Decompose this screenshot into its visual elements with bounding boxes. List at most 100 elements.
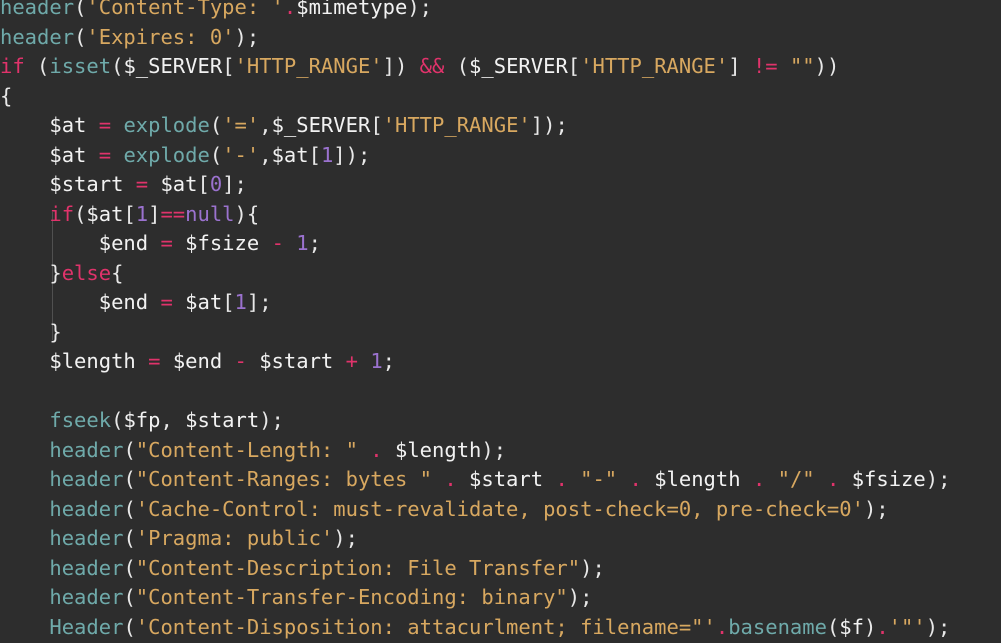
token-punc: [ (370, 113, 383, 137)
code-line[interactable]: header('Expires: 0'); (0, 23, 1001, 53)
token-str: 'HTTP_RANGE' (580, 54, 729, 78)
token-punc: [ (567, 54, 581, 78)
token-punc: ( (123, 467, 136, 491)
token-str: '-' (222, 142, 260, 167)
token-fn: header (49, 526, 124, 550)
token-var: $start (469, 467, 544, 491)
code-line[interactable]: fseek($fp, $start); (0, 406, 1001, 436)
token-punc: ); (925, 614, 951, 639)
token-var: $at (86, 201, 124, 226)
code-line[interactable]: header('Pragma: public'); (0, 524, 1001, 554)
token-str: 'Expires: 0' (86, 24, 235, 49)
token-punc: [ (222, 54, 235, 78)
token-punc: ); (234, 24, 260, 49)
token-str: '"' (888, 614, 926, 639)
code-line[interactable]: $end = $fsize - 1; (0, 229, 1001, 259)
code-line[interactable]: $start = $at[0]; (0, 170, 1001, 200)
code-line[interactable]: header("Content-Transfer-Encoding: binar… (0, 583, 1001, 613)
token-var: $at (49, 142, 87, 167)
token-op: . (715, 614, 729, 639)
code-line[interactable]: header("Content-Ranges: bytes " . $start… (0, 465, 1001, 495)
code-line[interactable]: }else{ (0, 259, 1001, 289)
token-num: 0 (209, 172, 223, 196)
token-fn: isset (49, 54, 112, 78)
code-line[interactable]: $at = explode('-',$at[1]); (0, 141, 1001, 171)
token-kw: else (61, 260, 112, 285)
token-fn: header (49, 496, 124, 521)
token-punc: , (259, 142, 272, 167)
token-op: . (827, 467, 840, 491)
token-op: == (160, 201, 186, 226)
token-str: "" (789, 54, 815, 78)
token-punc: ]); (333, 142, 371, 167)
token-var: $start (185, 408, 260, 432)
token-punc: ( (456, 54, 470, 78)
token-punc: ]); (530, 113, 568, 137)
token-str: "Content-Ranges: bytes " (135, 467, 432, 491)
token-punc: ); (925, 467, 951, 491)
code-line[interactable]: ​ (0, 377, 1001, 407)
token-punc: ]; (246, 290, 272, 314)
code-line[interactable]: header('Content-Type: '.$mimetype); (0, 0, 1001, 23)
token-punc: ) (863, 614, 877, 639)
token-num: 1 (135, 201, 149, 226)
token-fn: header (49, 585, 124, 609)
token-var: $f (839, 614, 864, 639)
token-punc: ]; (222, 172, 247, 196)
code-line[interactable]: $at = explode('=',$_SERVER['HTTP_RANGE']… (0, 111, 1001, 141)
code-surface[interactable]: header('Content-Type: '.$mimetype); heade… (0, 0, 1001, 642)
code-line[interactable]: header("Content-Length: " . $length); (0, 436, 1001, 466)
token-var: $at (271, 142, 309, 167)
token-var: $end (172, 349, 223, 373)
code-line[interactable]: if (isset($_SERVER['HTTP_RANGE']) && ($_… (0, 52, 1001, 82)
code-line[interactable]: $length = $end - $start + 1; (0, 347, 1001, 377)
code-line[interactable]: header('Cache-Control: must-revalidate, … (0, 495, 1001, 525)
token-str: '=' (222, 113, 260, 137)
token-punc: [ (222, 290, 235, 314)
token-punc: ( (123, 496, 136, 521)
token-op: . (555, 467, 568, 491)
code-line[interactable]: { (0, 82, 1001, 112)
token-fn: header (49, 437, 124, 462)
token-str: 'HTTP_RANGE' (234, 54, 383, 78)
token-punc: ( (37, 54, 50, 78)
token-fn: explode (123, 113, 210, 137)
token-punc: ( (123, 555, 136, 580)
token-op: = (98, 142, 112, 167)
token-var: $_SERVER (469, 54, 568, 78)
code-line[interactable]: $end = $at[1]; (0, 288, 1001, 318)
code-line[interactable]: if($at[1]==null){ (0, 200, 1001, 230)
token-var: $fsize (851, 467, 926, 491)
token-var: $length (394, 437, 482, 462)
token-op: . (444, 467, 457, 491)
token-op: . (752, 467, 766, 491)
code-line[interactable]: Header('Content-Disposition: attacurlmen… (0, 613, 1001, 643)
code-editor[interactable]: header('Content-Type: '.$mimetype); heade… (0, 0, 1001, 643)
token-str: "-" (580, 467, 618, 491)
code-line[interactable]: header("Content-Description: File Transf… (0, 554, 1001, 584)
token-punc: [ (123, 201, 136, 226)
code-line[interactable]: } (0, 318, 1001, 348)
